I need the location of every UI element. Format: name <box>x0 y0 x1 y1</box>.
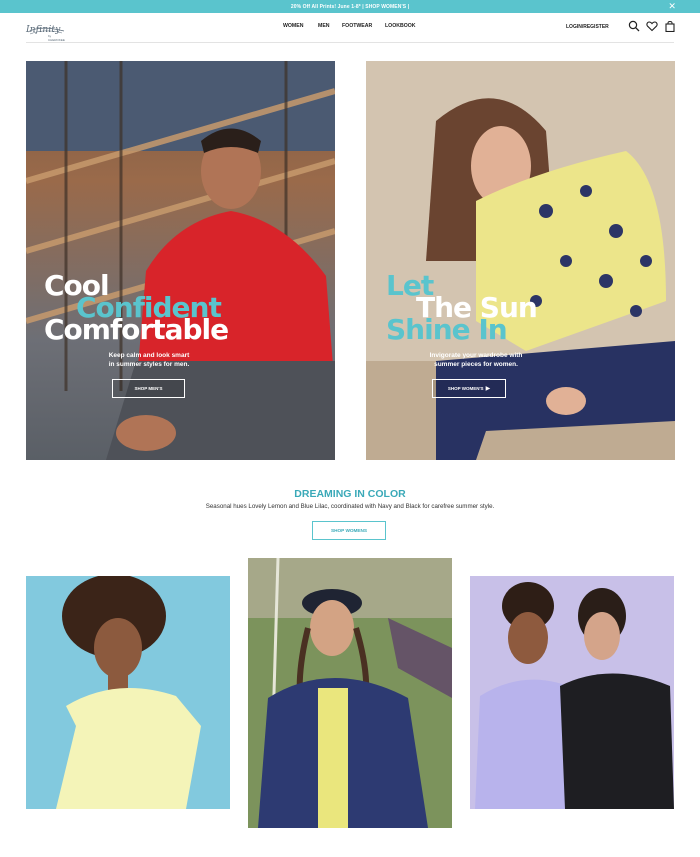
section-description: Seasonal hues Lovely Lemon and Blue Lila… <box>205 503 495 510</box>
login-register-link[interactable]: LOGIN/REGISTER <box>566 24 609 30</box>
hero-women[interactable]: Let The Sun Shine In Invigorate your war… <box>366 61 675 460</box>
header-icons <box>628 19 676 33</box>
promo-bar: 20% Off All Prints! June 1-8* | SHOP WOM… <box>0 0 700 13</box>
hero-men-subtext-line-2: in summer styles for men. <box>108 361 190 368</box>
hero-men-subtext-line-1: Keep calm and look smart <box>108 352 190 359</box>
lemon-scrubs-image <box>26 576 230 809</box>
hero-men-copy: Cool Confident Comfortable <box>26 272 335 346</box>
promo-text[interactable]: 20% Off All Prints! June 1-8* | SHOP WOM… <box>291 4 409 10</box>
bag-icon[interactable] <box>664 19 676 33</box>
product-tile-lemon[interactable] <box>26 576 230 809</box>
navy-jacket-image <box>248 558 452 828</box>
nav-item-lookbook[interactable]: LOOKBOOK <box>385 23 425 29</box>
product-tile-lilac[interactable] <box>470 576 674 809</box>
shop-womens-section-button[interactable]: SHOP WOMENS <box>312 521 386 540</box>
hero-men-image <box>26 61 335 460</box>
close-icon[interactable]: ✕ <box>668 1 676 11</box>
hero-men-subtext: Keep calm and look smart in summer style… <box>84 351 214 369</box>
section-title: DREAMING IN COLOR <box>294 488 406 500</box>
nav-item-men[interactable]: MEN <box>318 23 342 29</box>
hero-men-headline-3: Comfortable <box>44 313 229 346</box>
header-divider <box>26 42 674 43</box>
search-icon[interactable] <box>628 19 640 32</box>
hero-women-subtext: Invigorate your wardrobe with summer pie… <box>406 351 546 369</box>
shop-mens-button[interactable]: SHOP MEN'S <box>112 379 185 398</box>
product-tile-navy[interactable] <box>248 558 452 828</box>
main-nav: WOMEN MEN FOOTWEAR LOOKBOOK <box>283 23 425 29</box>
hero-women-copy: Let The Sun Shine In <box>366 272 675 344</box>
hero-women-subtext-line-1: Invigorate your wardrobe with <box>429 352 523 359</box>
hero-women-image <box>366 61 675 460</box>
nav-item-footwear[interactable]: FOOTWEAR <box>342 23 385 29</box>
hero-men[interactable]: Cool Confident Comfortable Keep calm and… <box>26 61 335 460</box>
logo-subtext: by CHEROKEE <box>48 34 65 42</box>
lilac-black-scrubs-image <box>470 576 674 809</box>
heart-icon[interactable] <box>646 19 658 32</box>
site-header: Infinity by CHEROKEE WOMEN MEN FOOTWEAR … <box>0 13 700 43</box>
shop-womens-button[interactable]: SHOP WOMEN'S ▶ <box>432 379 506 398</box>
hero-women-subtext-line-2: summer pieces for women. <box>434 361 518 368</box>
play-arrow-icon: ▶ <box>485 386 491 392</box>
nav-item-women[interactable]: WOMEN <box>283 23 318 29</box>
brand-logo[interactable]: Infinity by CHEROKEE <box>26 19 68 42</box>
shop-womens-button-label: SHOP WOMEN'S <box>447 386 484 391</box>
